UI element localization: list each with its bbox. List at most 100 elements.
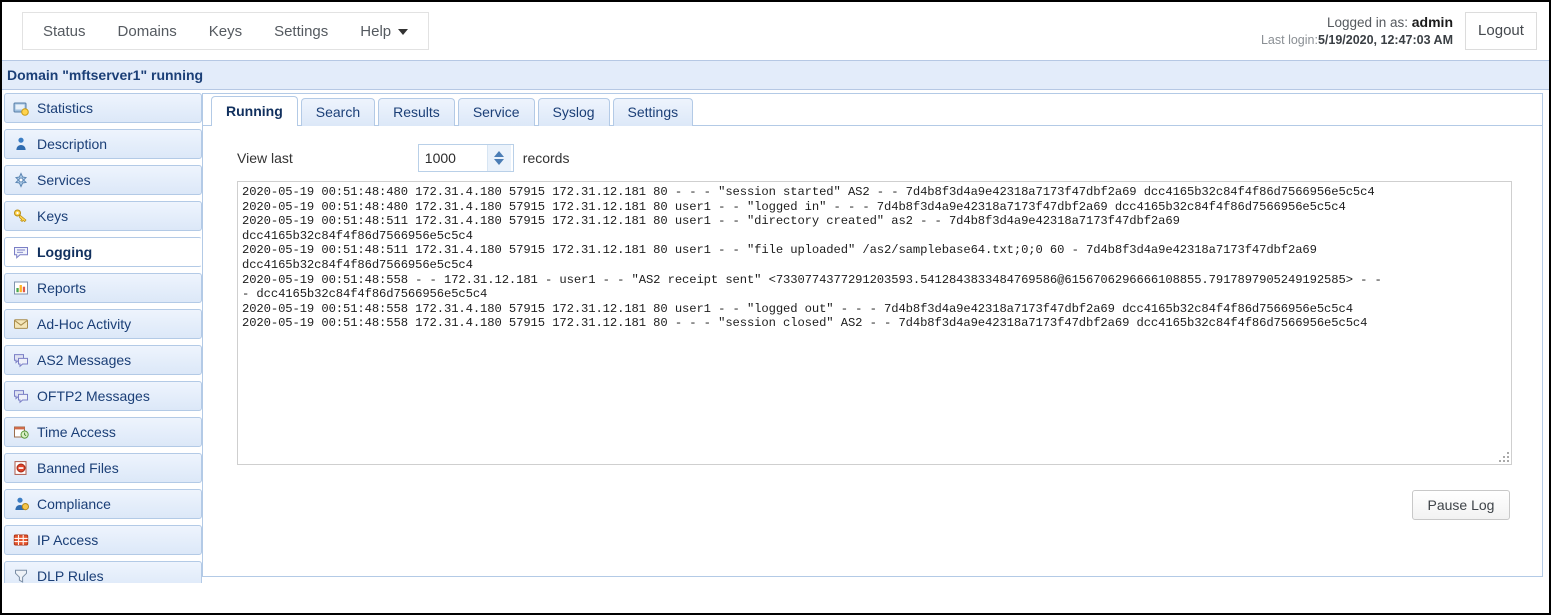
logged-in-as: Logged in as: admin [1261,13,1453,32]
domain-status-text: Domain "mftserver1" running [7,67,204,83]
sidebar-item-label: Statistics [37,100,94,116]
log-line: dcc4165b32c84f4f86d7566956e5c5c4 [242,228,473,243]
sidebar-item-label: Ad-Hoc Activity [37,316,132,332]
menu-item-help[interactable]: Help [344,16,424,47]
last-login: Last login:5/19/2020, 12:47:03 AM [1261,32,1453,49]
statistics-icon [13,100,29,116]
sidebar-item-label: Keys [37,208,69,224]
records-count-input[interactable] [418,146,487,170]
sidebar-item-label: Services [37,172,91,188]
keys-icon [13,208,29,224]
logged-in-as-prefix: Logged in as: [1326,15,1412,30]
view-last-row: View last records [237,144,1512,172]
tab-label: Results [393,104,440,120]
log-line: 2020-05-19 00:51:48:511 172.31.4.180 579… [242,243,1317,258]
menu-item-label: Status [43,22,86,40]
body-container: Statistics Description Services Keys Logging… [2,90,1549,583]
log-line: 2020-05-19 00:51:48:558 172.31.4.180 579… [242,301,1353,316]
tab-label: Syslog [552,104,595,120]
log-output-box[interactable]: 2020-05-19 00:51:48:480 172.31.4.180 579… [237,181,1512,465]
menu-item-label: Keys [208,22,243,40]
menu-item-label: Help [360,22,392,40]
sidebar-item-compliance[interactable]: Compliance [4,489,202,519]
log-line: - dcc4165b32c84f4f86d7566956e5c5c4 [242,287,488,302]
services-icon [13,172,29,188]
view-last-label: View last [237,150,293,166]
sidebar-item-services[interactable]: Services [4,165,202,195]
menu-item-label: Domains [117,22,177,40]
dlp-rules-icon [13,568,29,583]
log-line: 2020-05-19 00:51:48:558 - - 172.31.12.18… [242,272,1382,287]
tab-results[interactable]: Results [378,98,455,126]
last-login-prefix: Last login: [1260,33,1318,48]
tab-search[interactable]: Search [300,98,376,126]
sidebar-item-label: Description [37,136,108,152]
chevron-down-icon[interactable] [398,28,409,35]
last-login-value: 5/19/2020, 12:47:03 AM [1317,33,1453,48]
sidebar-item-banned-files[interactable]: Banned Files [4,453,202,483]
menu-item-status[interactable]: Status [27,16,102,47]
sidebar-item-label: Compliance [37,496,111,512]
logging-icon [13,244,29,260]
stepper-down-icon[interactable] [494,159,505,165]
logout-button[interactable]: Logout [1465,12,1537,50]
ip-access-icon [13,532,29,548]
log-line: 2020-05-19 00:51:48:511 172.31.4.180 579… [242,214,1180,229]
sidebar-item-statistics[interactable]: Statistics [4,93,202,123]
tab-label: Running [226,103,283,119]
as2-messages-icon [13,352,29,368]
sidebar-item-as2-messages[interactable]: AS2 Messages [4,345,202,375]
sidebar-item-reports[interactable]: Reports [4,273,202,303]
main-menu-bar: Status Domains Keys Settings Help [22,12,430,50]
tab-settings[interactable]: Settings [612,98,694,126]
description-icon [13,136,29,152]
reports-icon [13,280,29,296]
tab-service[interactable]: Service [457,98,535,126]
sidebar-item-time-access[interactable]: Time Access [4,417,202,447]
sidebar-item-oftp2-messages[interactable]: OFTP2 Messages [4,381,202,411]
top-bar: Status Domains Keys Settings Help Logged in … [2,2,1549,60]
time-access-icon [13,424,29,440]
content-panel: Running Search Results Service Syslog Setting… [202,93,1543,577]
tab-strip: Running Search Results Service Syslog Setting… [203,94,1542,126]
sidebar-item-label: Banned Files [37,460,119,476]
login-info: Logged in as: admin Last login:5/19/2020… [1261,13,1453,49]
sidebar-item-label: OFTP2 Messages [37,388,150,404]
records-label: records [522,150,570,166]
tab-running[interactable]: Running [211,96,298,126]
log-line: dcc4165b32c84f4f86d7566956e5c5c4 [242,257,473,272]
oftp2-messages-icon [13,388,29,404]
sidebar-item-label: AS2 Messages [37,352,132,368]
sidebar-item-keys[interactable]: Keys [4,201,202,231]
sidebar-nav: Statistics Description Services Keys Logging… [2,90,202,583]
menu-item-keys[interactable]: Keys [193,16,258,47]
running-tab-panel: View last records 2020-05-19 00:51:48:48… [203,126,1542,576]
log-line: 2020-05-19 00:51:48:480 172.31.4.180 579… [242,185,1375,199]
sidebar-item-ad-hoc-activity[interactable]: Ad-Hoc Activity [4,309,202,339]
sidebar-item-label: Reports [37,280,87,296]
records-count-stepper-buttons[interactable] [486,145,511,171]
compliance-icon [13,496,29,512]
menu-item-settings[interactable]: Settings [258,16,344,47]
menu-item-label: Settings [274,22,329,40]
menu-item-domains[interactable]: Domains [102,16,193,47]
log-line: 2020-05-19 00:51:48:558 172.31.4.180 579… [242,316,1368,331]
stepper-up-icon[interactable] [494,151,505,157]
pause-log-button[interactable]: Pause Log [1412,490,1510,520]
tab-label: Search [315,104,361,120]
sidebar-item-label: IP Access [37,532,99,548]
log-lines-container: 2020-05-19 00:51:48:480 172.31.4.180 579… [242,185,1507,331]
sidebar-item-ip-access[interactable]: IP Access [4,525,202,555]
log-line: 2020-05-19 00:51:48:480 172.31.4.180 579… [242,199,1346,214]
sidebar-item-label: DLP Rules [37,568,104,583]
tab-syslog[interactable]: Syslog [537,98,610,126]
sidebar-item-description[interactable]: Description [4,129,202,159]
sidebar-item-label: Logging [37,244,93,260]
sidebar-item-dlp-rules[interactable]: DLP Rules [4,561,202,583]
sidebar-item-logging[interactable]: Logging [4,237,202,267]
logged-in-username: admin [1411,14,1453,30]
domain-status-banner: Domain "mftserver1" running [2,60,1549,90]
resize-grip-icon[interactable] [1497,450,1509,462]
app-window: Status Domains Keys Settings Help Logged in … [0,0,1551,615]
records-count-stepper[interactable] [417,144,514,172]
